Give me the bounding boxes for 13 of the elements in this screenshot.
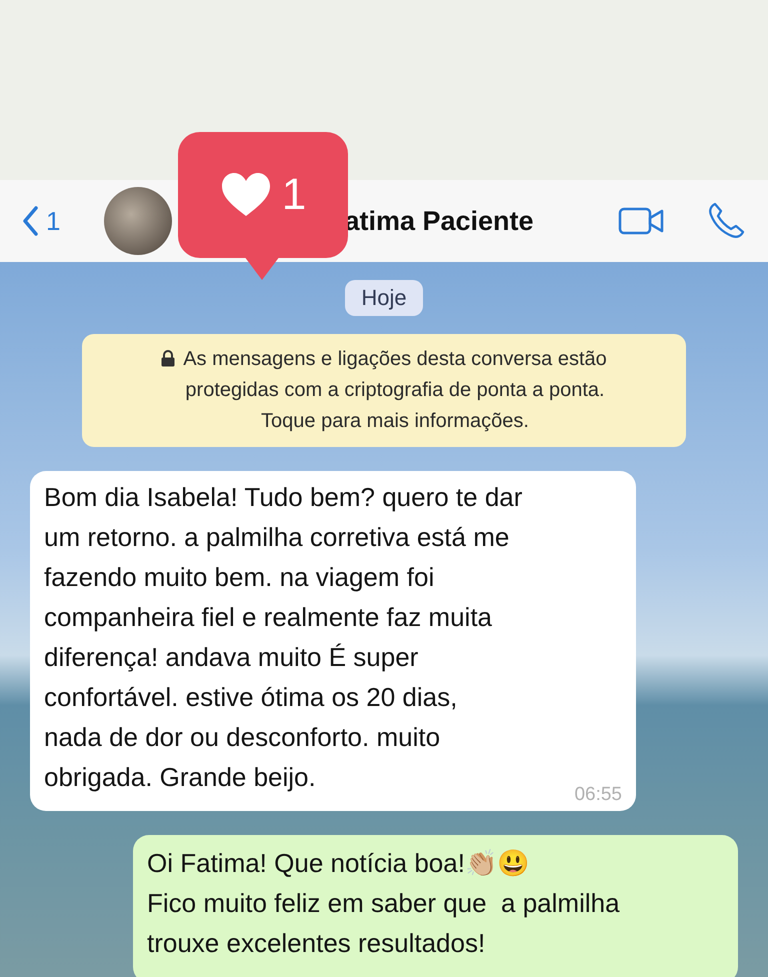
like-count: 1 — [282, 170, 306, 220]
message-text: Bom dia Isabela! Tudo bem? quero te dar um retorno. a palmilha corretiva está me fazendo muito bem. na viagem foi companheira fiel e realmente faz muita diferença! andava muito É super confortável. estive ótima os 20 dias, nada de dor ou desconforto. muito obrigada. Grande beijo. — [44, 482, 522, 792]
notice-text: As mensagens e ligações desta conversa estão protegidas com a criptografia de ponta a ponta. Toque para mais informações. — [183, 347, 607, 434]
back-button[interactable]: 1 — [22, 206, 60, 236]
lock-icon — [161, 350, 176, 367]
chevron-left-icon — [22, 206, 38, 236]
message-time: 06:55 — [573, 785, 622, 805]
heart-icon — [220, 172, 272, 218]
date-chip: Hoje — [345, 280, 423, 316]
encryption-notice[interactable]: As mensagens e ligações desta conversa estão protegidas com a criptografia de ponta a ponta. Toque para mais informações. — [82, 334, 686, 447]
message-text: Oi Fatima! Que notícia boa!👏🏼😃 Fico muito feliz em saber que a palmilha trouxe excelentes resultados! — [147, 848, 620, 958]
phone-icon[interactable] — [706, 201, 746, 241]
contact-name[interactable]: atima Paciente — [344, 206, 534, 236]
